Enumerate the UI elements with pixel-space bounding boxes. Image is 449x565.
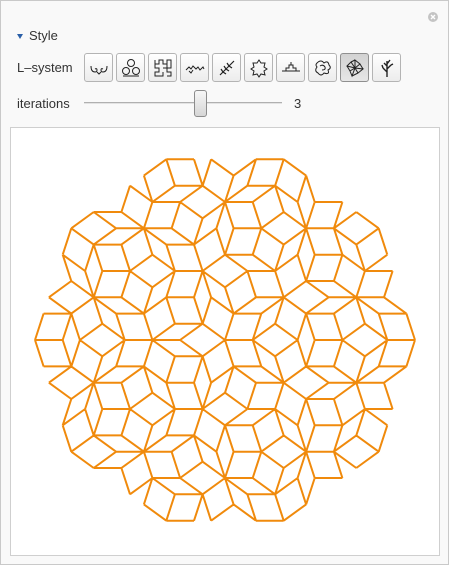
mound-icon bbox=[281, 61, 300, 71]
lsystem-button-curl[interactable] bbox=[84, 53, 113, 82]
lsystem-button-dragon[interactable] bbox=[180, 53, 209, 82]
iterations-slider-thumb[interactable] bbox=[194, 90, 207, 117]
lsystem-button-trefoil[interactable] bbox=[116, 53, 145, 82]
snowflake-icon bbox=[249, 58, 268, 78]
close-icon[interactable] bbox=[428, 12, 438, 22]
disclosure-triangle-icon[interactable] bbox=[17, 33, 23, 39]
tiling-edges bbox=[34, 158, 416, 522]
section-title: Style bbox=[29, 28, 58, 43]
scribble-icon bbox=[314, 60, 331, 75]
lsystem-button-penrose[interactable] bbox=[340, 53, 369, 82]
hilbert-icon bbox=[154, 59, 171, 76]
plant-icon bbox=[380, 59, 393, 77]
lsystem-button-scribble[interactable] bbox=[308, 53, 337, 82]
lsystem-button-mound[interactable] bbox=[276, 53, 305, 82]
penrose-icon bbox=[345, 58, 364, 77]
lsystem-button-bar bbox=[84, 53, 401, 82]
lsystem-label: L–system bbox=[17, 60, 73, 75]
curl-icon bbox=[90, 65, 107, 75]
trefoil-icon bbox=[121, 58, 140, 76]
penrose-tiling bbox=[34, 158, 416, 522]
dragon-icon bbox=[185, 64, 204, 74]
lsystem-canvas bbox=[10, 127, 440, 556]
lsystem-panel: Style L–system iterations 3 bbox=[0, 0, 449, 565]
iterations-label: iterations bbox=[17, 96, 70, 111]
lsystem-button-snowflake[interactable] bbox=[244, 53, 273, 82]
iterations-slider-track[interactable] bbox=[84, 102, 282, 104]
lsystem-button-plant[interactable] bbox=[372, 53, 401, 82]
style-section-header[interactable]: Style bbox=[17, 28, 58, 43]
iterations-value: 3 bbox=[294, 96, 302, 111]
lsystem-button-branch[interactable] bbox=[212, 53, 241, 82]
branch-icon bbox=[219, 60, 234, 75]
lsystem-button-hilbert[interactable] bbox=[148, 53, 177, 82]
